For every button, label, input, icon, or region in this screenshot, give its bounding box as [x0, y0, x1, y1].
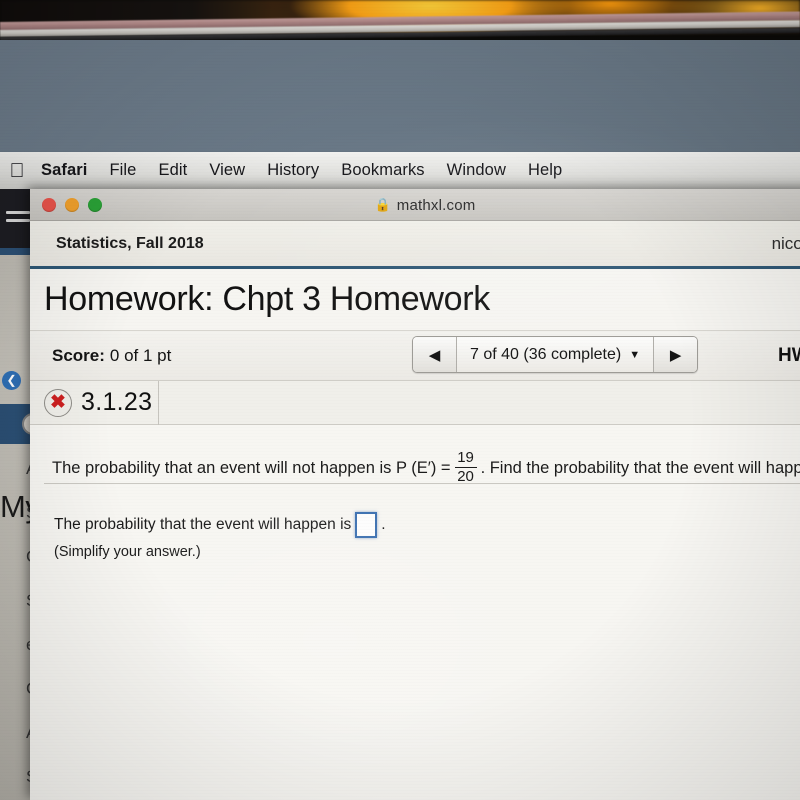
problem-body: The probability that an event will not h…	[30, 425, 800, 800]
course-bar: Statistics, Fall 2018 nicole	[30, 221, 800, 269]
problem-selector[interactable]: 7 of 40 (36 complete) ▼	[457, 337, 654, 372]
back-arrow-icon[interactable]: ❮	[2, 371, 21, 390]
menu-item-safari[interactable]: Safari	[30, 161, 98, 180]
photo-of-laptop-screen:  Safari File Edit View History Bookmark…	[0, 0, 800, 800]
fraction: 19 20	[454, 449, 477, 485]
mac-menu-bar:  Safari File Edit View History Bookmark…	[0, 152, 800, 189]
question-text: The probability that an event will not h…	[30, 425, 800, 486]
url-text: mathxl.com	[396, 196, 476, 214]
course-name: Statistics, Fall 2018	[56, 234, 204, 252]
answer-hint: (Simplify your answer.)	[54, 544, 201, 560]
menu-item-view[interactable]: View	[198, 161, 256, 180]
answer-prompt: The probability that the event will happ…	[54, 516, 352, 533]
menu-item-history[interactable]: History	[256, 161, 330, 180]
menu-item-window[interactable]: Window	[436, 161, 517, 180]
safari-titlebar: 🔒 mathxl.com	[30, 189, 800, 221]
address-bar[interactable]: 🔒 mathxl.com	[30, 189, 800, 221]
answer-block: The probability that the event will happ…	[30, 486, 800, 560]
mathxl-page: Statistics, Fall 2018 nicole Homework: C…	[30, 221, 800, 800]
lock-icon: 🔒	[374, 197, 391, 212]
score-value: 0 of 1 pt	[109, 345, 172, 365]
problem-id-row: ✖ 3.1.23	[30, 381, 800, 425]
problem-id: 3.1.23	[81, 388, 153, 416]
previous-problem-button[interactable]: ◀	[413, 337, 457, 372]
page-title: Homework: Chpt 3 Homework	[44, 280, 490, 318]
close-icon[interactable]	[42, 197, 56, 212]
minimize-icon[interactable]	[65, 197, 79, 212]
question-divider	[44, 483, 800, 484]
hamburger-icon[interactable]	[6, 211, 30, 227]
chevron-down-icon[interactable]: ▼	[629, 349, 640, 361]
answer-prompt-line: The probability that the event will happ…	[54, 512, 800, 538]
menu-item-edit[interactable]: Edit	[147, 161, 198, 180]
next-problem-button[interactable]: ▶	[653, 337, 698, 372]
menu-item-file[interactable]: File	[98, 161, 147, 180]
menu-item-bookmarks[interactable]: Bookmarks	[330, 161, 435, 180]
menu-item-help[interactable]: Help	[517, 161, 573, 180]
score-label: Score:	[52, 345, 105, 365]
apple-icon[interactable]: 	[4, 161, 30, 181]
hw-score-label: HW	[778, 345, 800, 366]
assignment-title-row: Homework: Chpt 3 Homework	[30, 269, 800, 331]
fraction-numerator: 19	[457, 449, 474, 466]
incorrect-status-icon: ✖	[44, 388, 72, 417]
problem-navigation[interactable]: ◀ 7 of 40 (36 complete) ▼ ▶	[412, 336, 699, 373]
user-name[interactable]: nicole	[772, 234, 800, 254]
traffic-lights	[30, 197, 102, 212]
score-row: Score: 0 of 1 pt ◀ 7 of 40 (36 complete)…	[30, 331, 800, 381]
answer-input[interactable]	[355, 512, 378, 538]
maximize-icon[interactable]	[88, 197, 102, 212]
question-part-1: The probability that an event will not h…	[52, 459, 451, 477]
answer-period: .	[381, 516, 386, 533]
question-part-2: . Find the probability that the event wi…	[480, 459, 800, 477]
safari-window: 🔒 mathxl.com Statistics, Fall 2018 nicol…	[30, 189, 800, 800]
problem-position-label: 7 of 40 (36 complete)	[470, 345, 622, 363]
